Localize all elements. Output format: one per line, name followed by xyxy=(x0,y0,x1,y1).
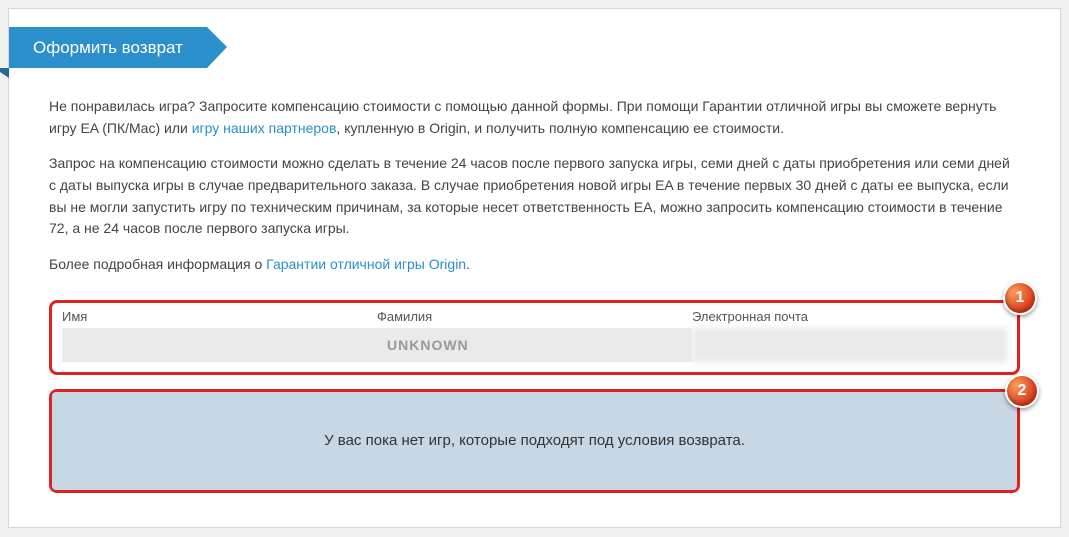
ribbon-title: Оформить возврат xyxy=(9,27,207,68)
field-surname: Фамилия UNKNOWN xyxy=(377,309,692,362)
name-label: Имя xyxy=(62,309,377,324)
paragraph-1: Не понравилась игра? Запросите компенсац… xyxy=(49,96,1020,139)
email-label: Электронная почта xyxy=(692,309,1007,324)
ribbon-tail-icon xyxy=(0,68,9,78)
surname-label: Фамилия xyxy=(377,309,692,324)
notice-box: 2 У вас пока нет игр, которые подходят п… xyxy=(49,389,1020,493)
notice-wrap: 2 У вас пока нет игр, которые подходят п… xyxy=(49,389,1020,493)
field-email: Электронная почта xyxy=(692,309,1007,362)
annotation-marker-2: 2 xyxy=(1005,374,1039,408)
partners-link[interactable]: игру наших партнеров xyxy=(192,120,337,136)
user-info-box: 1 Имя Фамилия UNKNOWN Электронная почта xyxy=(49,300,1020,375)
email-value xyxy=(692,328,1007,362)
guarantee-link[interactable]: Гарантии отличной игры Origin xyxy=(266,256,466,272)
refund-card: Оформить возврат Не понравилась игра? За… xyxy=(8,8,1061,528)
ribbon-text: Оформить возврат xyxy=(33,38,183,57)
fields-row: Имя Фамилия UNKNOWN Электронная почта xyxy=(62,309,1007,362)
highlight-area: 1 Имя Фамилия UNKNOWN Электронная почта … xyxy=(49,300,1020,493)
paragraph-2: Запрос на компенсацию стоимости можно сд… xyxy=(49,153,1020,240)
p3-text-b: . xyxy=(466,256,470,272)
surname-value: UNKNOWN xyxy=(377,328,692,362)
p3-text-a: Более подробная информация о xyxy=(49,256,266,272)
content-body: Не понравилась игра? Запросите компенсац… xyxy=(9,72,1060,300)
ribbon-wrap: Оформить возврат xyxy=(9,27,1060,72)
paragraph-3: Более подробная информация о Гарантии от… xyxy=(49,254,1020,276)
name-value xyxy=(62,328,377,362)
p1-text-b: , купленную в Origin, и получить полную … xyxy=(336,120,784,136)
field-name: Имя xyxy=(62,309,377,362)
no-games-notice: У вас пока нет игр, которые подходят под… xyxy=(52,392,1017,490)
annotation-marker-1: 1 xyxy=(1003,281,1037,315)
